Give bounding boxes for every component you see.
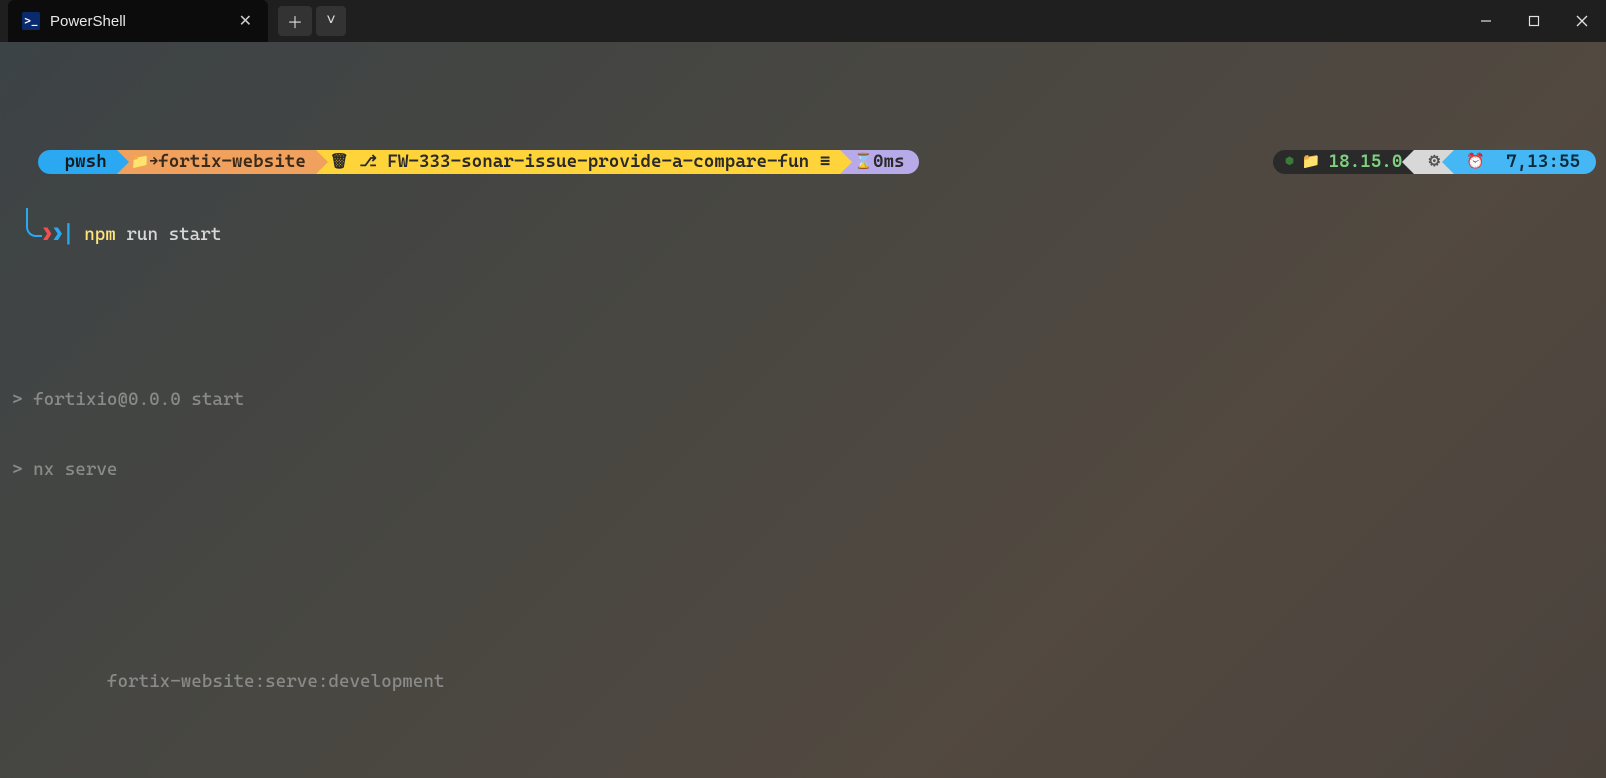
- output-line: [12, 599, 1596, 623]
- output-line: fortix-website:serve:development: [12, 670, 1596, 694]
- output-line: [12, 740, 1596, 764]
- git-branch-icon: ⎇: [359, 150, 376, 174]
- folder-icon: 📁→: [131, 150, 158, 174]
- minimize-button[interactable]: [1462, 0, 1510, 42]
- seg-shell: pwsh: [38, 150, 117, 174]
- seg-path: 📁→fortix-website: [117, 150, 316, 174]
- output-line: > nx serve: [12, 458, 1596, 482]
- tab-powershell[interactable]: >_ PowerShell ✕: [8, 0, 268, 42]
- output-line: > fortixio@0.0.0 start: [12, 388, 1596, 412]
- tab-title: PowerShell: [50, 13, 229, 30]
- output-line: [12, 317, 1596, 341]
- output-line: [12, 529, 1596, 553]
- seg-node: ⬢📁18.15.0: [1273, 150, 1414, 174]
- prompt-symbol: ❯❯│: [42, 224, 74, 245]
- prompt-bar: pwsh 📁→fortix-website 🗑 ⎇ FW-333-sonar-i…: [38, 150, 1596, 174]
- command-line: ❯❯│ npm run start: [12, 223, 1596, 247]
- window-controls: [1462, 0, 1606, 42]
- powershell-icon: >_: [22, 12, 40, 30]
- seg-clock: ⏰ 7,13:55: [1454, 150, 1596, 174]
- hourglass-icon: ⌛: [854, 150, 873, 174]
- terminal-viewport[interactable]: pwsh 📁→fortix-website 🗑 ⎇ FW-333-sonar-i…: [0, 42, 1606, 778]
- titlebar: >_ PowerShell ✕ ＋ ˅: [0, 0, 1606, 42]
- trash-icon: 🗑: [330, 150, 349, 174]
- close-tab-icon[interactable]: ✕: [239, 11, 252, 31]
- seg-branch: 🗑 ⎇ FW-333-sonar-issue-provide-a-compare…: [316, 150, 840, 174]
- gear-icon: ⚙: [1428, 150, 1441, 174]
- folder-mini-icon: 📁: [1302, 150, 1321, 174]
- new-tab-button[interactable]: ＋: [278, 6, 312, 36]
- command: npm: [84, 224, 116, 245]
- close-window-button[interactable]: [1558, 0, 1606, 42]
- tab-dropdown-button[interactable]: ˅: [316, 6, 346, 36]
- node-icon: ⬢: [1285, 150, 1294, 174]
- clock-icon: ⏰: [1466, 150, 1485, 174]
- maximize-button[interactable]: [1510, 0, 1558, 42]
